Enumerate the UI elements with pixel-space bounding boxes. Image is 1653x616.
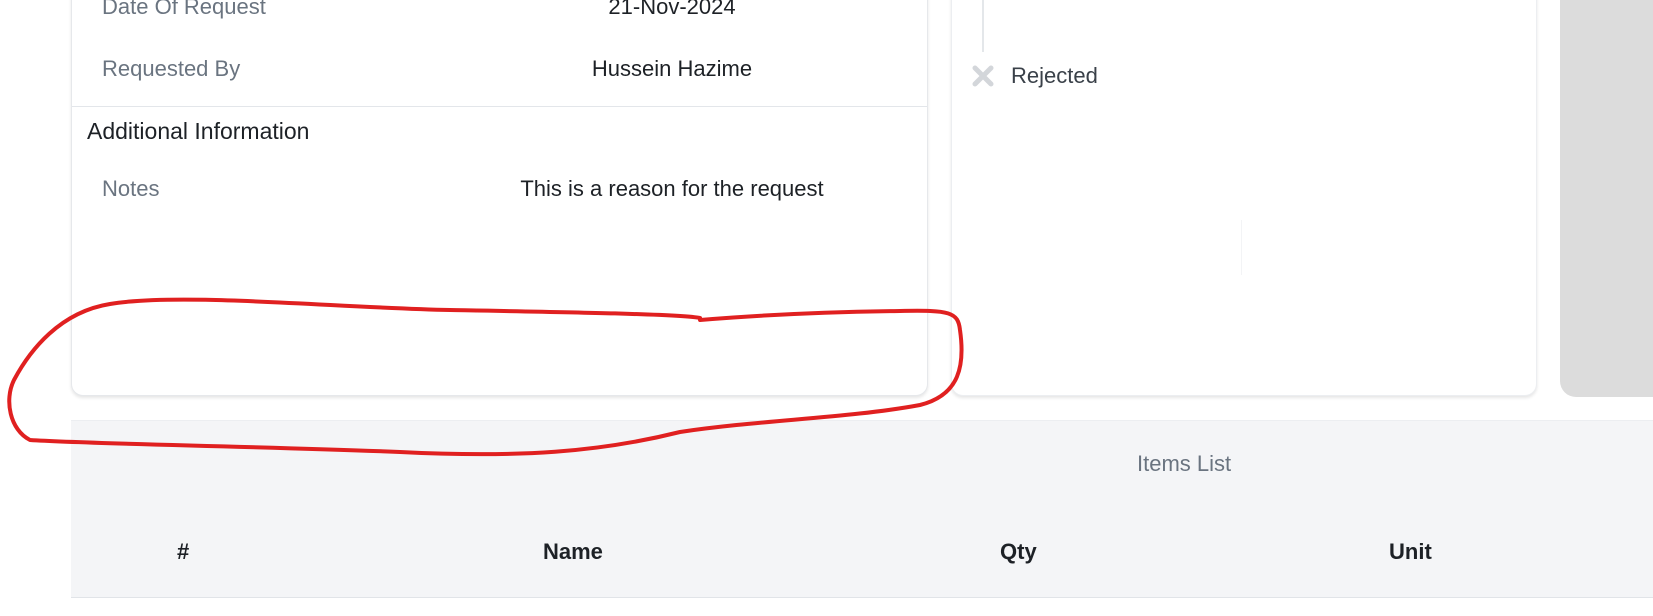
requested-by-label: Requested By <box>102 56 241 81</box>
column-header-name[interactable]: Name <box>543 539 603 565</box>
table-body-start <box>71 598 1653 616</box>
requested-by-value: Hussein Hazime <box>591 56 753 81</box>
request-details-card: Date Of Request 21-Nov-2024 Requested By… <box>71 0 928 396</box>
column-header-unit[interactable]: Unit <box>1389 539 1432 565</box>
section-divider <box>72 106 927 107</box>
date-of-request-label: Date Of Request <box>102 0 266 19</box>
items-list-header: Items List <box>71 420 1653 510</box>
faint-divider <box>1241 220 1242 275</box>
timeline-connector <box>982 0 984 52</box>
additional-information-title: Additional Information <box>87 118 310 144</box>
column-header-qty[interactable]: Qty <box>1000 539 1037 565</box>
notes-value: This is a reason for the request <box>520 176 824 201</box>
column-header-number[interactable]: # <box>177 539 189 565</box>
notes-label: Notes <box>102 176 160 201</box>
status-timeline-card: Rejected <box>951 0 1537 396</box>
status-rejected-label: Rejected <box>1011 63 1098 88</box>
items-list-title: Items List <box>1137 451 1232 476</box>
side-panel <box>1560 0 1653 397</box>
items-table-header: # Name Qty Unit <box>71 509 1653 598</box>
close-icon <box>972 65 994 87</box>
date-of-request-value: 21-Nov-2024 <box>608 0 736 19</box>
page: Date Of Request 21-Nov-2024 Requested By… <box>0 0 1653 616</box>
